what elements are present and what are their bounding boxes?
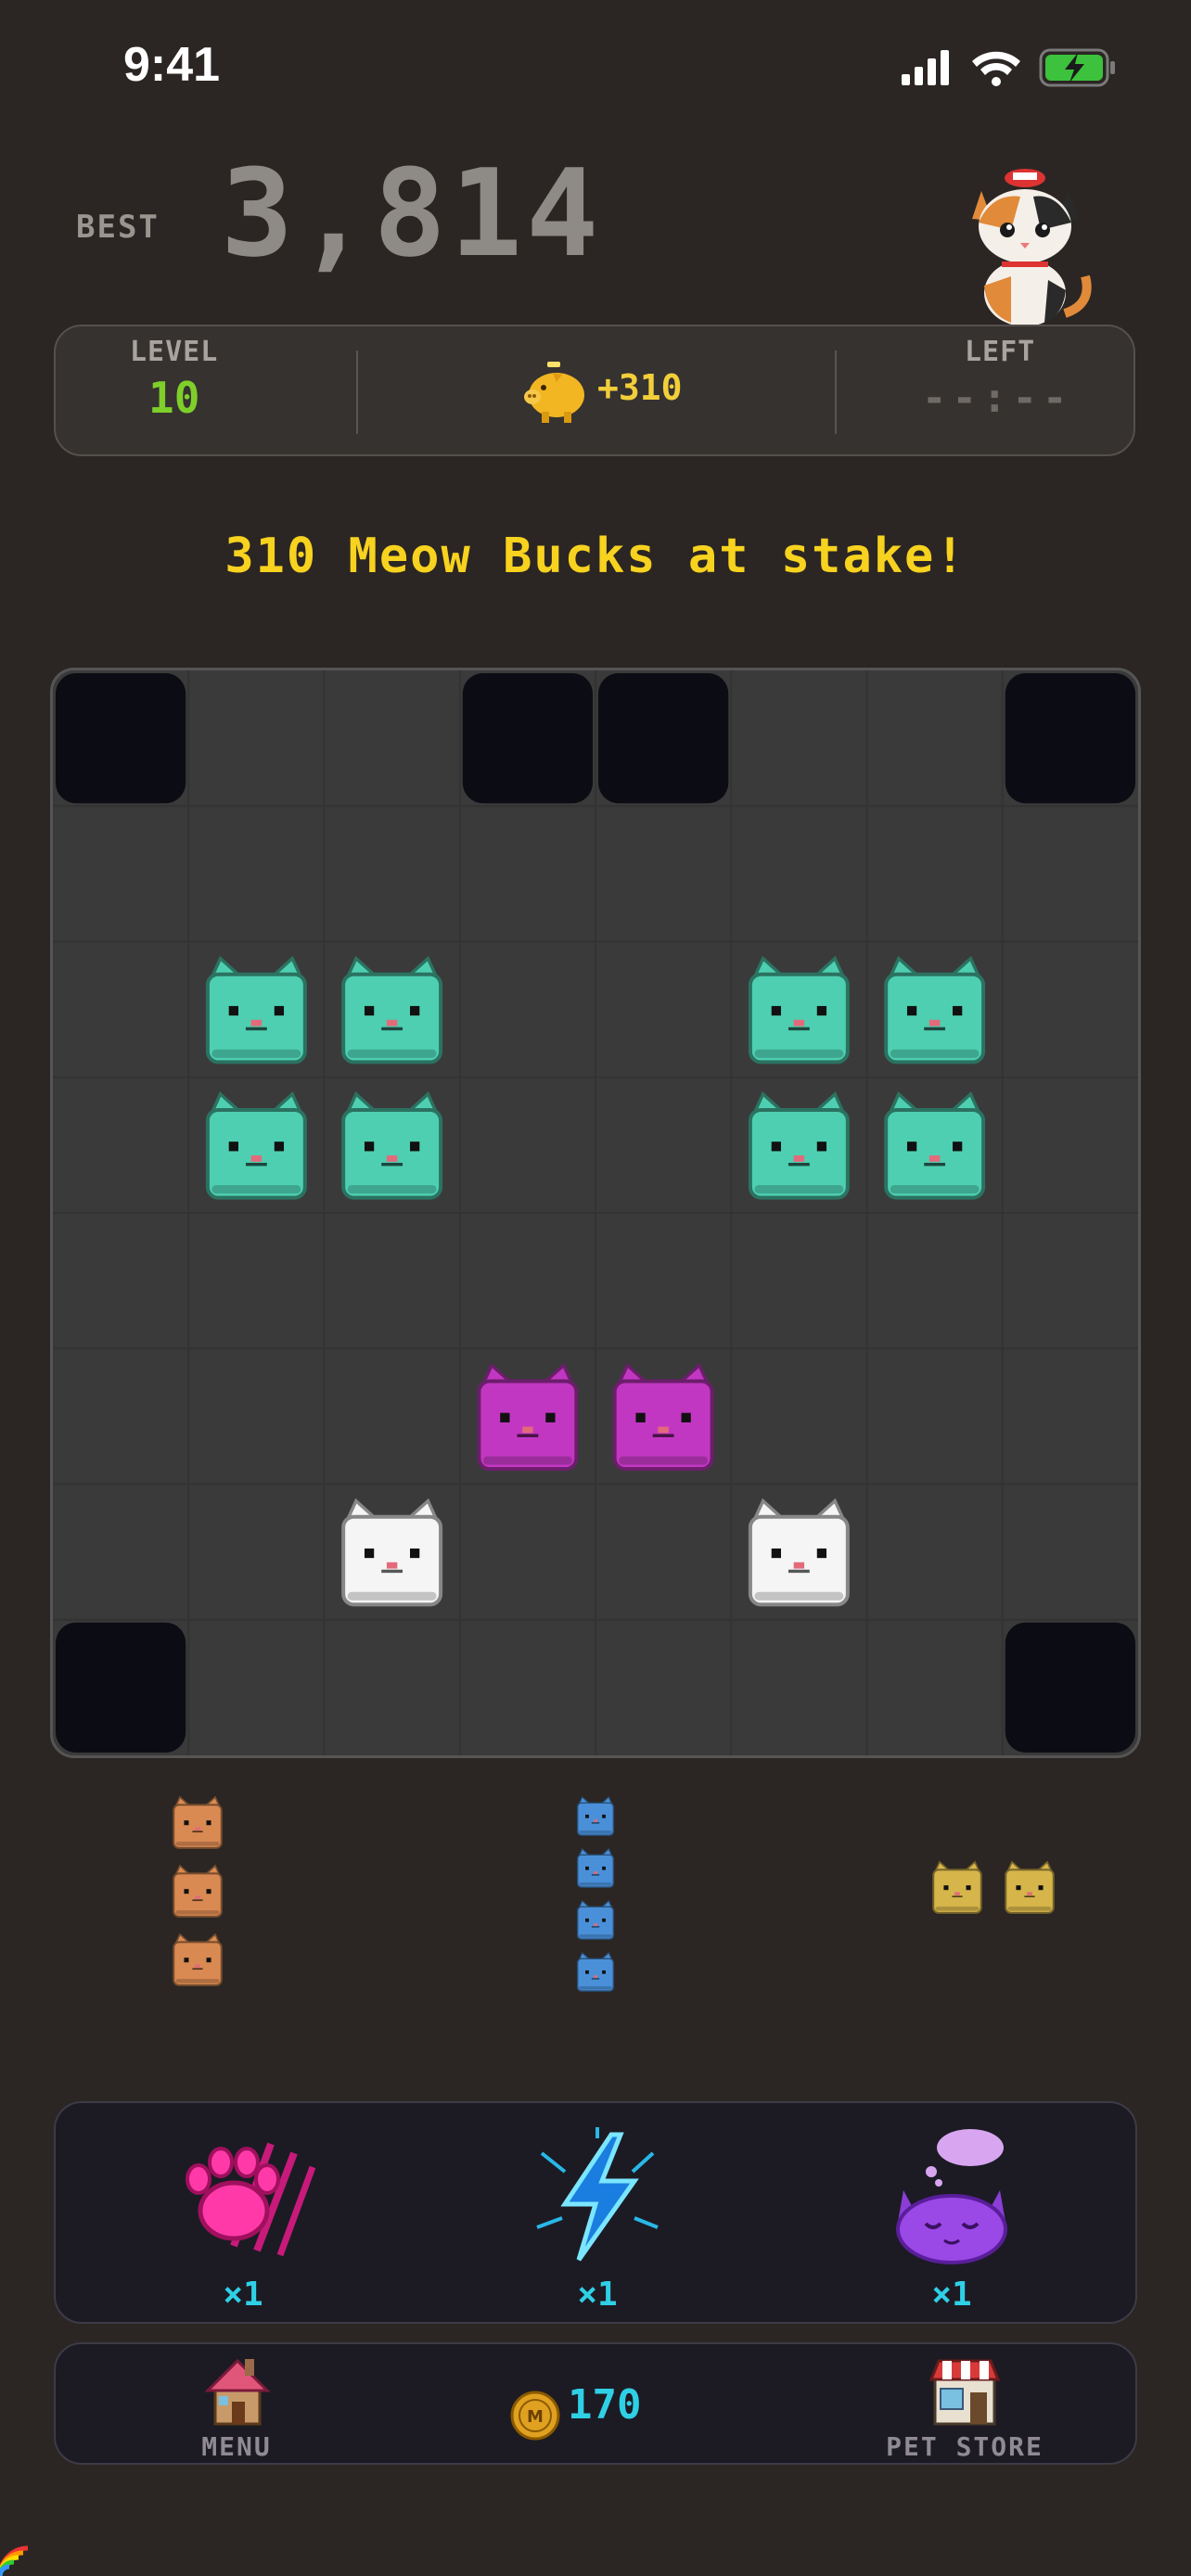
left-label: LEFT [965,336,1036,368]
dream-powerup[interactable]: ×1 [813,2103,1091,2326]
tray-cat-blue [576,1847,615,1888]
meow-coin-icon: M [510,2391,560,2441]
blocked-cell [56,1622,186,1753]
cat-block-teal [884,955,986,1065]
tray-cat-orange [173,1795,223,1849]
rainbow-icon [0,2545,29,2576]
cellular-signal-icon [902,50,949,85]
pet-store-button[interactable]: PET STORE [853,2344,1076,2467]
blocked-cell [56,673,186,804]
powerup-bar: ×1 ×1 ×1 [54,2101,1137,2324]
calico-cat-mascot-icon [972,169,1092,326]
best-score: 3,814 [221,143,603,284]
pink-paw-claw-icon [186,2142,316,2257]
tray-cat-orange [173,1864,223,1918]
best-label: BEST [76,209,160,246]
cat-block-teal [205,1091,307,1200]
tray-piece-blue[interactable] [576,1795,615,1992]
stake-banner: 310 Meow Bucks at stake! [224,529,967,584]
cat-block-teal [341,955,443,1065]
claw-powerup[interactable]: ×1 [104,2103,382,2326]
board-grid [53,670,1138,1755]
cottage-house-icon [204,2358,271,2426]
bottom-nav: MENU M 170 PET STORE [54,2342,1137,2465]
pet-store-shop-icon [928,2359,1001,2426]
blocked-cell [1005,1622,1135,1753]
level-value: 10 [148,373,200,423]
tray-piece-yellow[interactable] [932,1860,1055,1914]
game-board[interactable] [50,668,1141,1758]
wifi-icon [972,51,1020,86]
cat-block-teal [205,955,307,1065]
level-label: LEVEL [130,336,219,368]
lightning-powerup-count: ×1 [577,2276,618,2314]
dream-powerup-count: ×1 [931,2276,972,2314]
tray-cat-orange [173,1932,223,1986]
stats-panel: LEVEL 10 +310 LEFT --:-- [54,325,1135,456]
coin-balance-value: 170 [568,2381,642,2429]
cat-block-teal [884,1091,986,1200]
menu-button[interactable]: MENU [158,2344,315,2467]
sleeping-purple-cat-icon [896,2129,1007,2264]
piece-tray[interactable] [0,1780,1191,2003]
time-left-value: --:-- [922,375,1073,422]
cat-block-magenta [612,1362,714,1472]
battery-charging-icon [1039,48,1115,87]
cat-block-white [748,1498,850,1607]
cat-block-teal [341,1091,443,1200]
tray-cat-blue [576,1899,615,1940]
status-time: 9:41 [123,38,221,92]
blocked-cell [462,673,593,804]
cat-block-teal [748,1091,850,1200]
tray-piece-orange[interactable] [173,1795,223,1986]
tray-cat-blue [576,1795,615,1836]
golden-piggy-bank-icon [524,362,584,423]
stats-divider [356,351,358,434]
tray-cat-yellow [1005,1860,1055,1914]
stats-divider [835,351,837,434]
bonus-value: +310 [597,367,683,408]
menu-label: MENU [201,2431,272,2462]
status-icons [902,48,1115,87]
tray-cat-yellow [932,1860,982,1914]
cat-block-magenta [477,1362,579,1472]
blocked-cell [598,673,729,804]
claw-powerup-count: ×1 [223,2276,263,2314]
lightning-powerup[interactable]: ×1 [458,2103,736,2326]
svg-text:M: M [527,2407,544,2427]
cat-block-teal [748,955,850,1065]
coin-balance: M 170 [510,2344,742,2467]
blocked-cell [1005,673,1135,804]
pet-store-label: PET STORE [886,2431,1044,2462]
tray-cat-blue [576,1951,615,1992]
cat-block-white [341,1498,443,1607]
blue-lightning-bolt-icon [536,2127,659,2262]
